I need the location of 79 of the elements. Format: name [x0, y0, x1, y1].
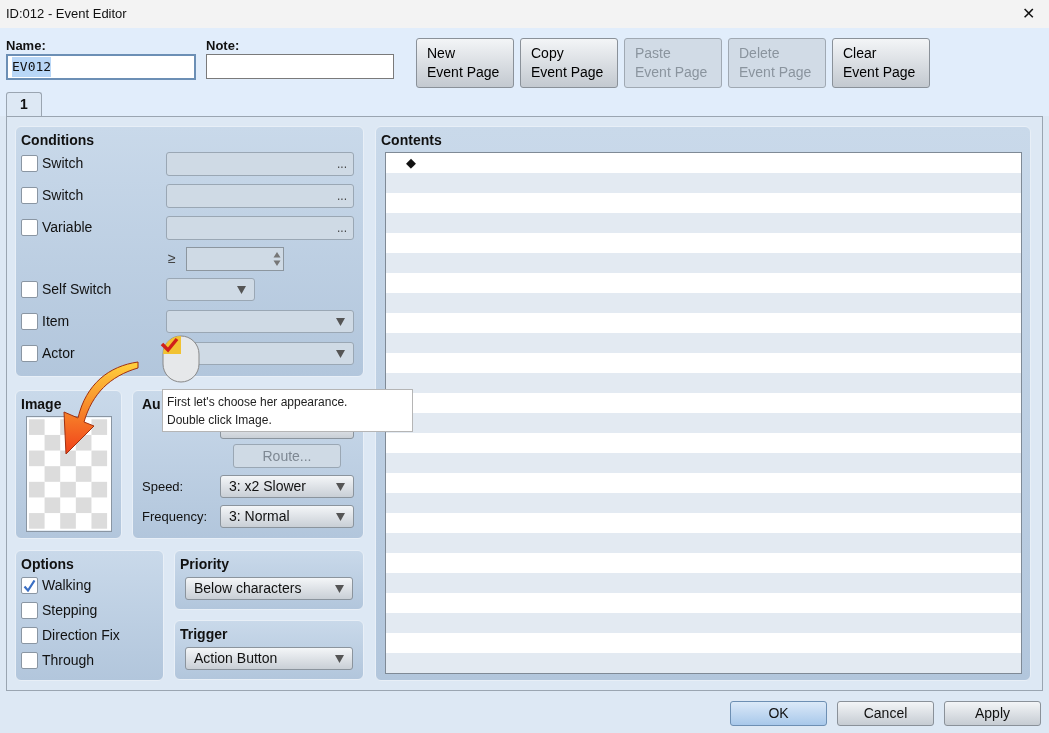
setting-dropdown[interactable]: 3: Normal	[220, 505, 354, 528]
checkbox[interactable]	[21, 602, 38, 619]
caret-icon	[237, 285, 246, 294]
list-row[interactable]	[386, 373, 1021, 393]
group-title: Contents	[381, 131, 442, 149]
group-title: Trigger	[180, 625, 228, 643]
character-image-field[interactable]	[26, 416, 112, 532]
tooltip-text: First let's choose her appearance.	[167, 394, 349, 411]
checkbox-label: Switch	[42, 186, 84, 205]
list-row[interactable]	[386, 653, 1021, 673]
group-title: Image	[21, 395, 62, 413]
field-label: Speed:	[142, 477, 184, 496]
field-label: Name:	[6, 38, 47, 54]
field-label: Note:	[206, 38, 241, 54]
caret-icon	[336, 512, 345, 521]
group-title: Priority	[180, 555, 229, 573]
caret-icon	[335, 584, 344, 593]
dialog-button[interactable]: OK	[730, 701, 827, 726]
page-button[interactable]: Copy Event Page	[520, 38, 618, 88]
page-button[interactable]: New Event Page	[416, 38, 514, 88]
list-row[interactable]	[386, 573, 1021, 593]
select-dropdown[interactable]: Action Button	[185, 647, 353, 670]
spinner-arrows-icon	[272, 250, 281, 267]
field-label: Frequency:	[142, 507, 208, 526]
checkbox-label: Direction Fix	[42, 626, 120, 645]
command-list[interactable]: ◆	[385, 152, 1022, 674]
list-row[interactable]	[386, 333, 1021, 353]
self-switch-dropdown[interactable]	[166, 278, 255, 301]
checkbox-label: Variable	[42, 218, 93, 237]
list-row[interactable]	[386, 413, 1021, 433]
picker-field[interactable]: ...	[166, 215, 354, 240]
picker-field[interactable]: ...	[166, 151, 354, 176]
caret-icon	[336, 482, 345, 491]
list-row[interactable]	[386, 533, 1021, 553]
page-tab[interactable]: 1	[6, 92, 42, 116]
select-dropdown[interactable]: Below characters	[185, 577, 353, 600]
group-title: Conditions	[21, 131, 95, 149]
caret-icon	[335, 654, 344, 663]
checkbox-label: Actor	[42, 344, 75, 363]
page-button[interactable]: Clear Event Page	[832, 38, 930, 88]
dialog-button[interactable]: Apply	[944, 701, 1041, 726]
checkbox[interactable]	[21, 577, 38, 594]
checkbox-label: Self Switch	[42, 280, 112, 299]
checkbox[interactable]	[21, 155, 38, 172]
list-row[interactable]	[386, 213, 1021, 233]
caret-icon	[336, 349, 345, 358]
checkbox[interactable]	[21, 345, 38, 362]
close-button[interactable]: ✕	[1014, 2, 1043, 26]
checkbox[interactable]	[21, 627, 38, 644]
checkbox-label: Stepping	[42, 601, 98, 620]
checkbox[interactable]	[21, 313, 38, 330]
list-row[interactable]	[386, 253, 1021, 273]
checkbox-label: Through	[42, 651, 95, 670]
dialog-button[interactable]: Cancel	[837, 701, 934, 726]
group-title: Au	[142, 395, 161, 413]
checkbox[interactable]	[21, 219, 38, 236]
tooltip-text: Double click Image.	[167, 412, 273, 429]
group-title: Options	[21, 555, 74, 573]
checkbox[interactable]	[21, 652, 38, 669]
checkbox[interactable]	[21, 281, 38, 298]
setting-dropdown[interactable]: 3: x2 Slower	[220, 475, 354, 498]
command-line[interactable]: ◆	[406, 153, 416, 173]
list-row[interactable]	[386, 493, 1021, 513]
checkbox[interactable]	[21, 187, 38, 204]
list-row[interactable]	[386, 453, 1021, 473]
note-field[interactable]	[206, 54, 394, 79]
comparison-symbol: ≥	[168, 249, 176, 268]
checkbox-label: Switch	[42, 154, 84, 173]
list-row[interactable]	[386, 293, 1021, 313]
caret-icon	[336, 317, 345, 326]
window-title: ID:012 - Event Editor	[6, 5, 127, 24]
picker-field[interactable]: ...	[166, 183, 354, 208]
checkbox-label: Walking	[42, 576, 92, 595]
number-spinner[interactable]	[185, 246, 284, 271]
name-field[interactable]: EV012	[6, 54, 196, 80]
condition-dropdown[interactable]	[166, 310, 354, 333]
list-row[interactable]	[386, 173, 1021, 193]
list-row[interactable]	[386, 613, 1021, 633]
checkbox-label: Item	[42, 312, 70, 331]
